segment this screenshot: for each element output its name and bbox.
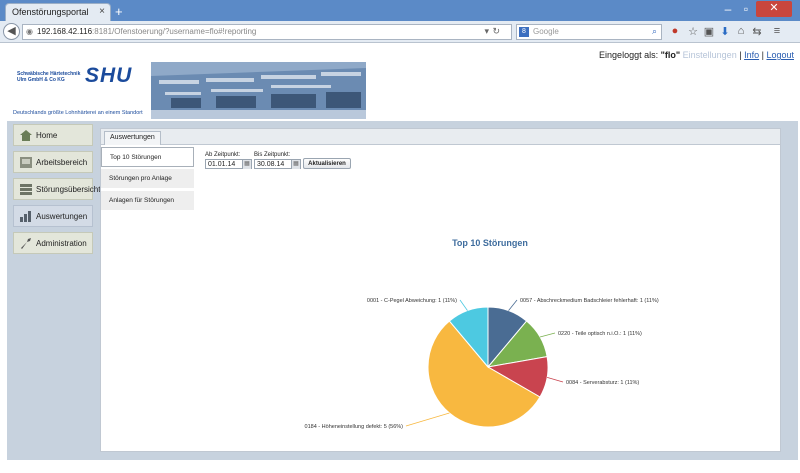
stack-icon (20, 184, 32, 195)
info-link[interactable]: Info (744, 50, 759, 60)
house-icon (20, 130, 32, 141)
workspace-icon (20, 157, 32, 168)
logo-mark: SHU (85, 64, 133, 87)
logged-in-label: Eingeloggt als: (599, 50, 659, 60)
home-icon[interactable]: ⌂ (734, 25, 748, 37)
login-info: Eingeloggt als: "flo" Einstellungen | In… (599, 50, 794, 60)
browser-toolbar: ◀ ◉ 192.168.42.116:8181/Ofenstoerung/?us… (0, 21, 800, 43)
window-close-button[interactable]: ✕ (756, 1, 792, 17)
sidebar-item-label: Home (36, 131, 58, 140)
menu-icon[interactable]: ≡ (770, 25, 784, 37)
logo-company-name: Schwäbische Härtetechnik Ulm GmbH & Co K… (17, 71, 81, 83)
new-tab-button[interactable]: + (115, 4, 123, 19)
browser-tab-title: Ofenstörungsportal (12, 7, 89, 17)
pie-label-connector (539, 332, 556, 338)
page: Eingeloggt als: "flo" Einstellungen | In… (0, 44, 800, 473)
globe-icon: ◉ (26, 27, 33, 36)
pie-slice-label: 0001 - C-Pegel Abweichung: 1 (11%) (367, 298, 457, 304)
pie-label-connector (405, 412, 450, 427)
sidebar-item-home[interactable]: Home (13, 124, 93, 146)
pie-slice-label: 0220 - Teile optisch n.i.O.: 1 (11%) (558, 331, 642, 337)
company-logo: Schwäbische Härtetechnik Ulm GmbH & Co K… (17, 64, 142, 99)
download-icon[interactable]: ⬇ (718, 25, 732, 38)
browser-title-bar: Ofenstörungsportal × + – ▫ ✕ (0, 0, 800, 21)
dropdown-arrow-icon[interactable]: ▾ (484, 26, 489, 37)
sidebar-item-administration[interactable]: Administration (13, 232, 93, 254)
pie-label-connector (508, 299, 518, 311)
sidebar-item-arbeitsbereich[interactable]: Arbeitsbereich (13, 151, 93, 173)
sync-icon[interactable]: ⇆ (750, 25, 764, 38)
page-bottom (0, 462, 800, 473)
search-engine-icon[interactable]: 8 (519, 27, 529, 37)
link-separator: | (761, 50, 764, 60)
pie-chart: Top 10 Störungen 0057 - Abschreckmedium … (305, 238, 659, 430)
bar-chart-icon (20, 211, 31, 222)
url-bar[interactable]: ◉ 192.168.42.116:8181/Ofenstoerung/?user… (22, 24, 512, 40)
pie-label-connector (546, 377, 564, 383)
pie-slice-label: 0184 - Höheneinstellung defekt: 5 (56%) (305, 424, 404, 430)
adblock-icon[interactable]: ● (668, 25, 682, 37)
bookmark-star-icon[interactable]: ☆ (686, 25, 700, 38)
sidebar-item-label: Störungsübersicht (36, 185, 101, 194)
sidebar-item-stoerungsuebersicht[interactable]: Störungsübersicht (13, 178, 100, 200)
search-bar[interactable]: 8 Google ⌕ (516, 24, 662, 40)
browser-tab[interactable]: Ofenstörungsportal × (5, 3, 111, 21)
clipboard-icon[interactable]: ▣ (702, 25, 716, 38)
link-separator: | (739, 50, 742, 60)
minimize-icon[interactable]: – (720, 2, 736, 16)
pie-label-connector (459, 299, 468, 311)
factory-banner-image (151, 62, 366, 119)
chart-title: Top 10 Störungen (452, 238, 528, 248)
company-tagline: Deutschlands größte Lohnhärterei an eine… (13, 110, 143, 116)
search-placeholder: Google (533, 27, 559, 36)
sidebar-item-label: Arbeitsbereich (36, 158, 88, 167)
sidebar-item-auswertungen[interactable]: Auswertungen (13, 205, 93, 227)
close-icon[interactable]: × (99, 6, 105, 17)
sidebar-item-label: Administration (36, 239, 87, 248)
maximize-icon[interactable]: ▫ (738, 2, 754, 16)
reload-icon[interactable]: ↻ (492, 26, 500, 37)
settings-link[interactable]: Einstellungen (683, 50, 737, 60)
pie-slice-label: 0084 - Serverabsturz: 1 (11%) (566, 380, 639, 386)
search-icon[interactable]: ⌕ (652, 26, 657, 37)
username: "flo" (660, 50, 681, 60)
back-arrow-icon[interactable]: ◀ (3, 23, 20, 40)
pie-slice-label: 0057 - Abschreckmedium Badschleier fehle… (520, 298, 659, 304)
url-path: :8181/Ofenstoerung/?username=flo#!report… (92, 27, 257, 36)
wrench-icon (21, 238, 31, 249)
sidebar-item-label: Auswertungen (36, 212, 88, 221)
url-host: 192.168.42.116 (37, 27, 93, 36)
logout-link[interactable]: Logout (766, 50, 794, 60)
